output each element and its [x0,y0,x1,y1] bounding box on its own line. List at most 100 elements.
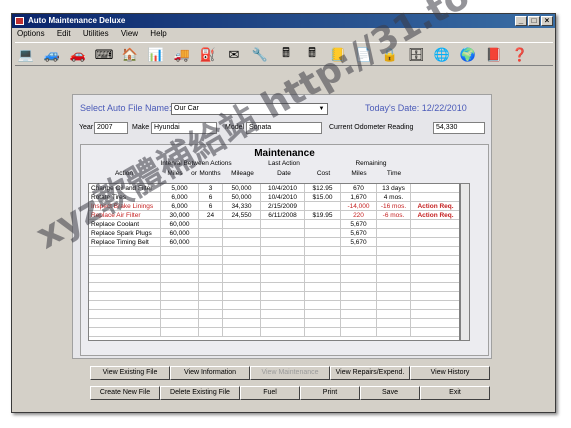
cell-action[interactable] [89,310,161,319]
cell-date[interactable] [261,256,305,265]
cell-rem-miles[interactable]: 1,670 [341,193,377,202]
cell-date[interactable] [261,229,305,238]
cell-time[interactable] [377,283,411,292]
cell-status[interactable] [411,238,461,247]
cell-mileage[interactable] [223,328,261,337]
cell-cost[interactable] [305,220,341,229]
notepad-icon[interactable]: 📒 [329,46,347,64]
cell-action[interactable] [89,247,161,256]
cell-action[interactable] [89,319,161,328]
cell-miles[interactable] [161,265,199,274]
cell-months[interactable] [199,265,223,274]
cell-cost[interactable] [305,238,341,247]
auto-file-dropdown[interactable]: Our Car ▼ [171,103,328,115]
cell-date[interactable] [261,220,305,229]
cell-time[interactable]: 4 mos. [377,193,411,202]
book-icon[interactable]: 📕 [485,46,503,64]
cell-months[interactable] [199,301,223,310]
cell-miles[interactable] [161,274,199,283]
cell-status[interactable] [411,265,461,274]
cell-action[interactable]: Replace Timing Belt [89,238,161,247]
cell-rem-miles[interactable] [341,292,377,301]
cell-cost[interactable] [305,319,341,328]
cell-rem-miles[interactable] [341,328,377,337]
house-icon[interactable]: 🏠 [121,46,139,64]
vehicles-icon[interactable]: 🚚 [173,46,191,64]
make-field[interactable]: Hyundai [151,122,217,134]
view-information-button[interactable]: View Information [170,366,250,380]
cell-rem-miles[interactable]: 5,670 [341,220,377,229]
cell-miles[interactable]: 5,000 [161,184,199,193]
cell-cost[interactable]: $19.95 [305,211,341,220]
cell-cost[interactable] [305,283,341,292]
cell-mileage[interactable]: 50,000 [223,184,261,193]
table-row[interactable]: Replace Coolant 60,000 5,670 [89,220,461,229]
cell-months[interactable]: 6 [199,202,223,211]
cell-mileage[interactable] [223,247,261,256]
cell-rem-miles[interactable] [341,265,377,274]
table-row[interactable]: Rotate Tires 6,000 6 50,000 10/4/2010 $15.00 1… [89,193,461,202]
cell-status[interactable] [411,193,461,202]
cell-status[interactable] [411,229,461,238]
cell-rem-miles[interactable] [341,247,377,256]
cell-date[interactable] [261,238,305,247]
menu-edit[interactable]: Edit [52,28,76,40]
table-row[interactable] [89,328,461,337]
cell-status[interactable] [411,328,461,337]
cell-rem-miles[interactable] [341,301,377,310]
maintenance-table[interactable]: Change Oil and Filter 5,000 3 50,000 10/4/20… [88,183,461,341]
cell-date[interactable] [261,319,305,328]
fuel-button[interactable]: Fuel [240,386,300,400]
cell-action[interactable]: Rotate Tires [89,193,161,202]
cell-mileage[interactable] [223,319,261,328]
safe-icon[interactable]: 🗄 [407,46,425,64]
cell-action[interactable]: Replace Spark Plugs [89,229,161,238]
cell-mileage[interactable]: 24,550 [223,211,261,220]
cell-months[interactable]: 3 [199,184,223,193]
cell-months[interactable] [199,310,223,319]
cell-date[interactable] [261,274,305,283]
cell-date[interactable] [261,310,305,319]
calculator-icon[interactable]: 🖩 [303,45,321,64]
cell-date[interactable]: 2/15/2009 [261,202,305,211]
cell-mileage[interactable] [223,301,261,310]
cell-status[interactable] [411,310,461,319]
menu-view[interactable]: View [116,28,143,40]
help-icon[interactable]: ❓ [511,46,529,64]
cell-status[interactable] [411,301,461,310]
cell-rem-miles[interactable]: 5,670 [341,238,377,247]
cell-cost[interactable]: $12.95 [305,184,341,193]
table-row[interactable]: Replace Air Filter 30,000 24 24,550 6/11/200… [89,211,461,220]
cell-miles[interactable]: 60,000 [161,220,199,229]
maximize-button[interactable]: □ [528,16,540,26]
car-blue-icon[interactable]: 🚗 [69,46,87,64]
table-row[interactable] [89,265,461,274]
cell-mileage[interactable] [223,265,261,274]
cell-rem-miles[interactable]: -14,000 [341,202,377,211]
cell-status[interactable] [411,256,461,265]
envelope-icon[interactable]: ✉ [225,46,243,64]
cell-rem-miles[interactable] [341,283,377,292]
globe-search-icon[interactable]: 🌍 [459,46,477,64]
cell-months[interactable]: 6 [199,193,223,202]
table-row[interactable] [89,301,461,310]
cell-time[interactable] [377,319,411,328]
cell-miles[interactable] [161,301,199,310]
table-row[interactable] [89,283,461,292]
cell-months[interactable] [199,319,223,328]
cell-months[interactable] [199,292,223,301]
cell-status[interactable] [411,283,461,292]
cell-mileage[interactable] [223,310,261,319]
view-maintenance-button[interactable]: View Maintenance [250,366,330,380]
cell-action[interactable] [89,301,161,310]
keyboard-icon[interactable]: ⌨ [95,46,114,64]
cell-time[interactable] [377,247,411,256]
cell-cost[interactable] [305,265,341,274]
cell-cost[interactable]: $15.00 [305,193,341,202]
cell-months[interactable] [199,283,223,292]
cell-miles[interactable]: 60,000 [161,229,199,238]
cell-status[interactable] [411,184,461,193]
cell-time[interactable]: -6 mos. [377,211,411,220]
cell-miles[interactable] [161,256,199,265]
cell-miles[interactable] [161,328,199,337]
